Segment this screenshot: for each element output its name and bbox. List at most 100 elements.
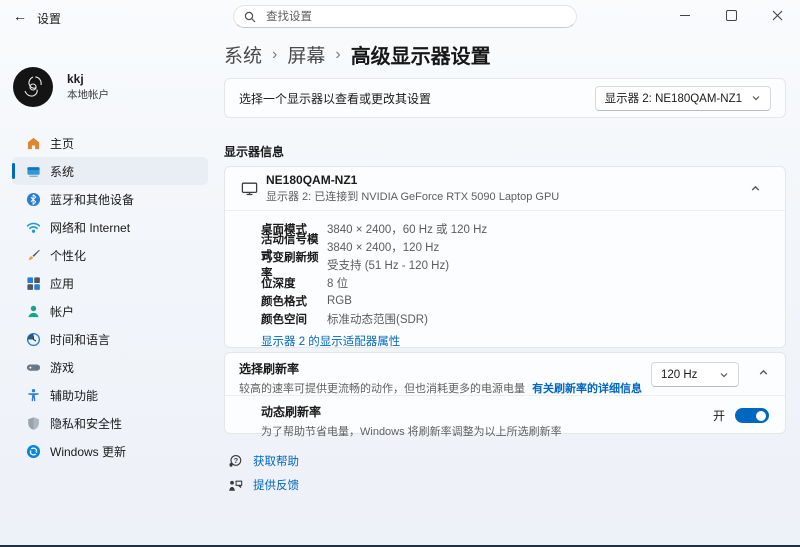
feedback-icon <box>229 480 243 491</box>
get-help-link[interactable]: ? 获取帮助 <box>228 453 299 469</box>
user-profile[interactable]: kkj 本地帐户 <box>13 67 109 107</box>
monitor-icon <box>241 182 258 196</box>
display-selector-label: 选择一个显示器以查看或更改其设置 <box>239 91 432 106</box>
windows-update-icon <box>25 443 41 459</box>
sidebar-item-privacy[interactable]: 隐私和安全性 <box>12 409 208 437</box>
refresh-rate-description: 较高的速率可提供更流畅的动作，但也消耗更多的电源电量 <box>239 383 525 395</box>
privacy-icon <box>25 415 41 431</box>
breadcrumb-separator: › <box>272 45 278 63</box>
profile-account-type: 本地帐户 <box>67 88 109 101</box>
sidebar-item-label: 网络和 Internet <box>50 220 131 235</box>
get-help-label: 获取帮助 <box>253 456 299 468</box>
refresh-rate-card: 选择刷新率 较高的速率可提供更流畅的动作，但也消耗更多的电源电量 有关刷新率的详… <box>224 352 786 438</box>
search-box[interactable] <box>233 5 577 28</box>
info-row-desktop-mode: 桌面模式 3840 × 2400，60 Hz 或 120 Hz <box>261 224 488 236</box>
dynamic-refresh-rate-toggle[interactable] <box>735 408 769 423</box>
page-title: 高级显示器设置 <box>350 46 491 68</box>
svg-text:?: ? <box>234 456 239 465</box>
display-selector-dropdown[interactable]: 显示器 2: NE180QAM-NZ1 <box>594 85 771 111</box>
app-title: 设置 <box>37 12 62 26</box>
info-row-color-space: 颜色空间 标准动态范围(SDR) <box>261 314 428 326</box>
network-icon <box>25 219 41 235</box>
refresh-rate-dropdown[interactable]: 120 Hz <box>651 362 739 387</box>
display-info-card: NE180QAM-NZ1 显示器 2: 已连接到 NVIDIA GeForce … <box>224 166 786 348</box>
chevron-down-icon <box>752 96 760 101</box>
display-info-section-title: 显示器信息 <box>224 145 285 159</box>
display-selector-card: 选择一个显示器以查看或更改其设置 显示器 2: NE180QAM-NZ1 <box>224 78 786 118</box>
toggle-knob <box>756 410 766 421</box>
dynamic-refresh-rate-description: 为了帮助节省电量，Windows 将刷新率调整为以上所选刷新率 <box>261 426 562 438</box>
sidebar-item-label: 主页 <box>50 136 75 151</box>
dynamic-refresh-rate-row: 动态刷新率 为了帮助节省电量，Windows 将刷新率调整为以上所选刷新率 开 <box>225 396 785 439</box>
dynamic-refresh-rate-title: 动态刷新率 <box>261 405 322 419</box>
display-name: NE180QAM-NZ1 <box>266 173 358 188</box>
minimize-button[interactable] <box>662 0 708 31</box>
sidebar-item-label: 游戏 <box>50 360 75 375</box>
sidebar-item-accessibility[interactable]: 辅助功能 <box>12 381 208 409</box>
sidebar-nav: 主页 系统 蓝牙和其他设备 网络和 Internet 个性化 应用 帐户 时间和… <box>0 129 218 465</box>
accessibility-icon <box>25 387 41 403</box>
breadcrumb-display[interactable]: 屏幕 <box>287 41 325 68</box>
chevron-up-icon <box>751 185 759 191</box>
breadcrumb-system[interactable]: 系统 <box>224 41 262 68</box>
info-row-bit-depth: 位深度 8 位 <box>261 278 349 290</box>
sidebar-item-time-language[interactable]: 时间和语言 <box>12 325 208 353</box>
info-row-variable-refresh: 可变刷新频率 受支持 (51 Hz - 120 Hz) <box>261 252 450 280</box>
sidebar-item-label: Windows 更新 <box>50 444 127 459</box>
sidebar-item-apps[interactable]: 应用 <box>12 269 208 297</box>
sidebar-item-gaming[interactable]: 游戏 <box>12 353 208 381</box>
sidebar-item-label: 辅助功能 <box>50 388 99 403</box>
sidebar-item-windows-update[interactable]: Windows 更新 <box>12 437 208 465</box>
maximize-icon <box>725 10 737 21</box>
info-row-color-format: 颜色格式 RGB <box>261 295 352 308</box>
sidebar-item-label: 帐户 <box>50 304 75 319</box>
sidebar-item-label: 应用 <box>50 276 75 291</box>
breadcrumb: 系统 › 屏幕 › 高级显示器设置 <box>224 40 491 69</box>
info-row-active-signal-mode: 活动信号模式 3840 × 2400，120 Hz <box>261 234 440 262</box>
refresh-rate-collapse-button[interactable] <box>753 367 773 378</box>
sidebar-item-personalization[interactable]: 个性化 <box>12 241 208 269</box>
get-help-icon: ? <box>229 454 242 467</box>
time-language-icon <box>25 331 41 347</box>
maximize-button[interactable] <box>708 0 754 31</box>
razer-logo-icon <box>24 76 42 97</box>
minimize-icon <box>680 15 690 16</box>
sidebar: kkj 本地帐户 主页 系统 蓝牙和其他设备 网络和 Internet 个性化 … <box>0 32 218 547</box>
feedback-link[interactable]: 提供反馈 <box>228 477 299 493</box>
sidebar-item-label: 个性化 <box>50 248 87 263</box>
titlebar: ← 设置 <box>0 0 800 32</box>
window-controls <box>662 0 800 32</box>
apps-icon <box>25 275 41 291</box>
chevron-down-icon <box>720 372 728 377</box>
refresh-rate-learn-more-link[interactable]: 有关刷新率的详细信息 <box>532 383 642 395</box>
refresh-rate-value: 120 Hz <box>661 368 698 381</box>
breadcrumb-separator: › <box>335 45 341 63</box>
bluetooth-icon <box>25 191 41 207</box>
display-adapter-properties-link[interactable]: 显示器 2 的显示适配器属性 <box>261 333 785 349</box>
gaming-icon <box>25 359 41 375</box>
sidebar-item-home[interactable]: 主页 <box>12 129 208 157</box>
sidebar-item-label: 隐私和安全性 <box>50 416 123 431</box>
sidebar-item-system[interactable]: 系统 <box>12 157 208 185</box>
display-connection-info: 显示器 2: 已连接到 NVIDIA GeForce RTX 5090 Lapt… <box>266 190 560 203</box>
profile-name: kkj <box>67 71 84 86</box>
display-info-rows: 桌面模式 3840 × 2400，60 Hz 或 120 Hz 活动信号模式 3… <box>225 211 785 328</box>
chevron-up-icon <box>759 369 767 375</box>
sidebar-item-label: 蓝牙和其他设备 <box>50 192 135 207</box>
search-input[interactable] <box>264 9 566 24</box>
personalization-icon <box>25 247 41 263</box>
avatar <box>13 67 53 107</box>
sidebar-item-label: 系统 <box>50 164 75 179</box>
toggle-state-label: 开 <box>712 409 725 423</box>
display-selector-value: 显示器 2: NE180QAM-NZ1 <box>604 93 742 105</box>
feedback-label: 提供反馈 <box>253 480 299 492</box>
collapse-button[interactable] <box>741 183 769 194</box>
display-info-header[interactable]: NE180QAM-NZ1 显示器 2: 已连接到 NVIDIA GeForce … <box>225 167 785 211</box>
close-button[interactable] <box>754 0 800 31</box>
sidebar-item-bluetooth[interactable]: 蓝牙和其他设备 <box>12 185 208 213</box>
sidebar-item-accounts[interactable]: 帐户 <box>12 297 208 325</box>
system-icon <box>25 163 41 179</box>
sidebar-item-network[interactable]: 网络和 Internet <box>12 213 208 241</box>
back-button[interactable]: ← <box>8 4 32 28</box>
sidebar-item-label: 时间和语言 <box>50 332 111 347</box>
